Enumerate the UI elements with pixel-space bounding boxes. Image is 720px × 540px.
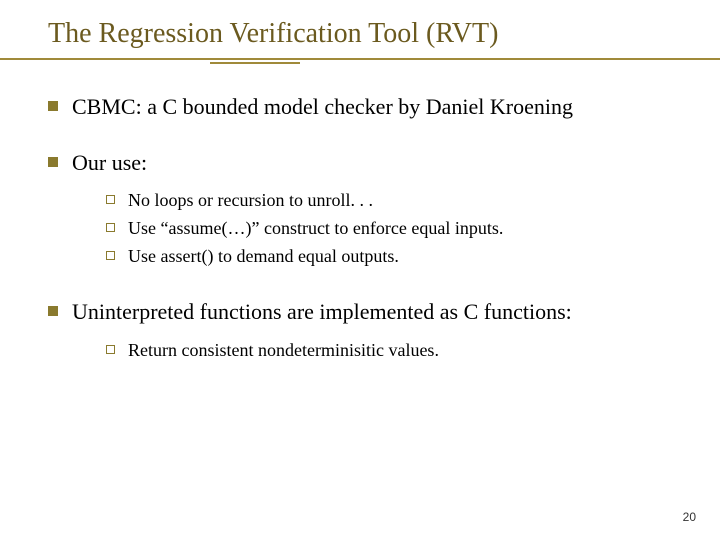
sub-bullet-item: Return consistent nondeterminisitic valu… — [102, 337, 680, 365]
bullet-list: CBMC: a C bounded model checker by Danie… — [44, 92, 680, 365]
bullet-text: Uninterpreted functions are implemented … — [72, 299, 572, 324]
sub-bullet-item: Use “assume(…)” construct to enforce equ… — [102, 215, 680, 243]
sub-bullet-text: No loops or recursion to unroll. . . — [128, 190, 373, 210]
sub-bullet-list: No loops or recursion to unroll. . . Use… — [102, 187, 680, 271]
slide: The Regression Verification Tool (RVT) C… — [0, 0, 720, 540]
sub-bullet-text: Use “assume(…)” construct to enforce equ… — [128, 218, 503, 238]
sub-bullet-item: Use assert() to demand equal outputs. — [102, 243, 680, 271]
bullet-item: Uninterpreted functions are implemented … — [44, 297, 680, 365]
slide-title: The Regression Verification Tool (RVT) — [48, 18, 680, 50]
sub-bullet-item: No loops or recursion to unroll. . . — [102, 187, 680, 215]
title-underline — [40, 56, 680, 64]
bullet-text: Our use: — [72, 150, 147, 175]
bullet-item: Our use: No loops or recursion to unroll… — [44, 148, 680, 271]
page-number: 20 — [683, 510, 696, 524]
bullet-text: CBMC: a C bounded model checker by Danie… — [72, 94, 573, 119]
sub-bullet-text: Return consistent nondeterminisitic valu… — [128, 340, 439, 360]
sub-bullet-list: Return consistent nondeterminisitic valu… — [102, 337, 680, 365]
sub-bullet-text: Use assert() to demand equal outputs. — [128, 246, 399, 266]
bullet-item: CBMC: a C bounded model checker by Danie… — [44, 92, 680, 122]
